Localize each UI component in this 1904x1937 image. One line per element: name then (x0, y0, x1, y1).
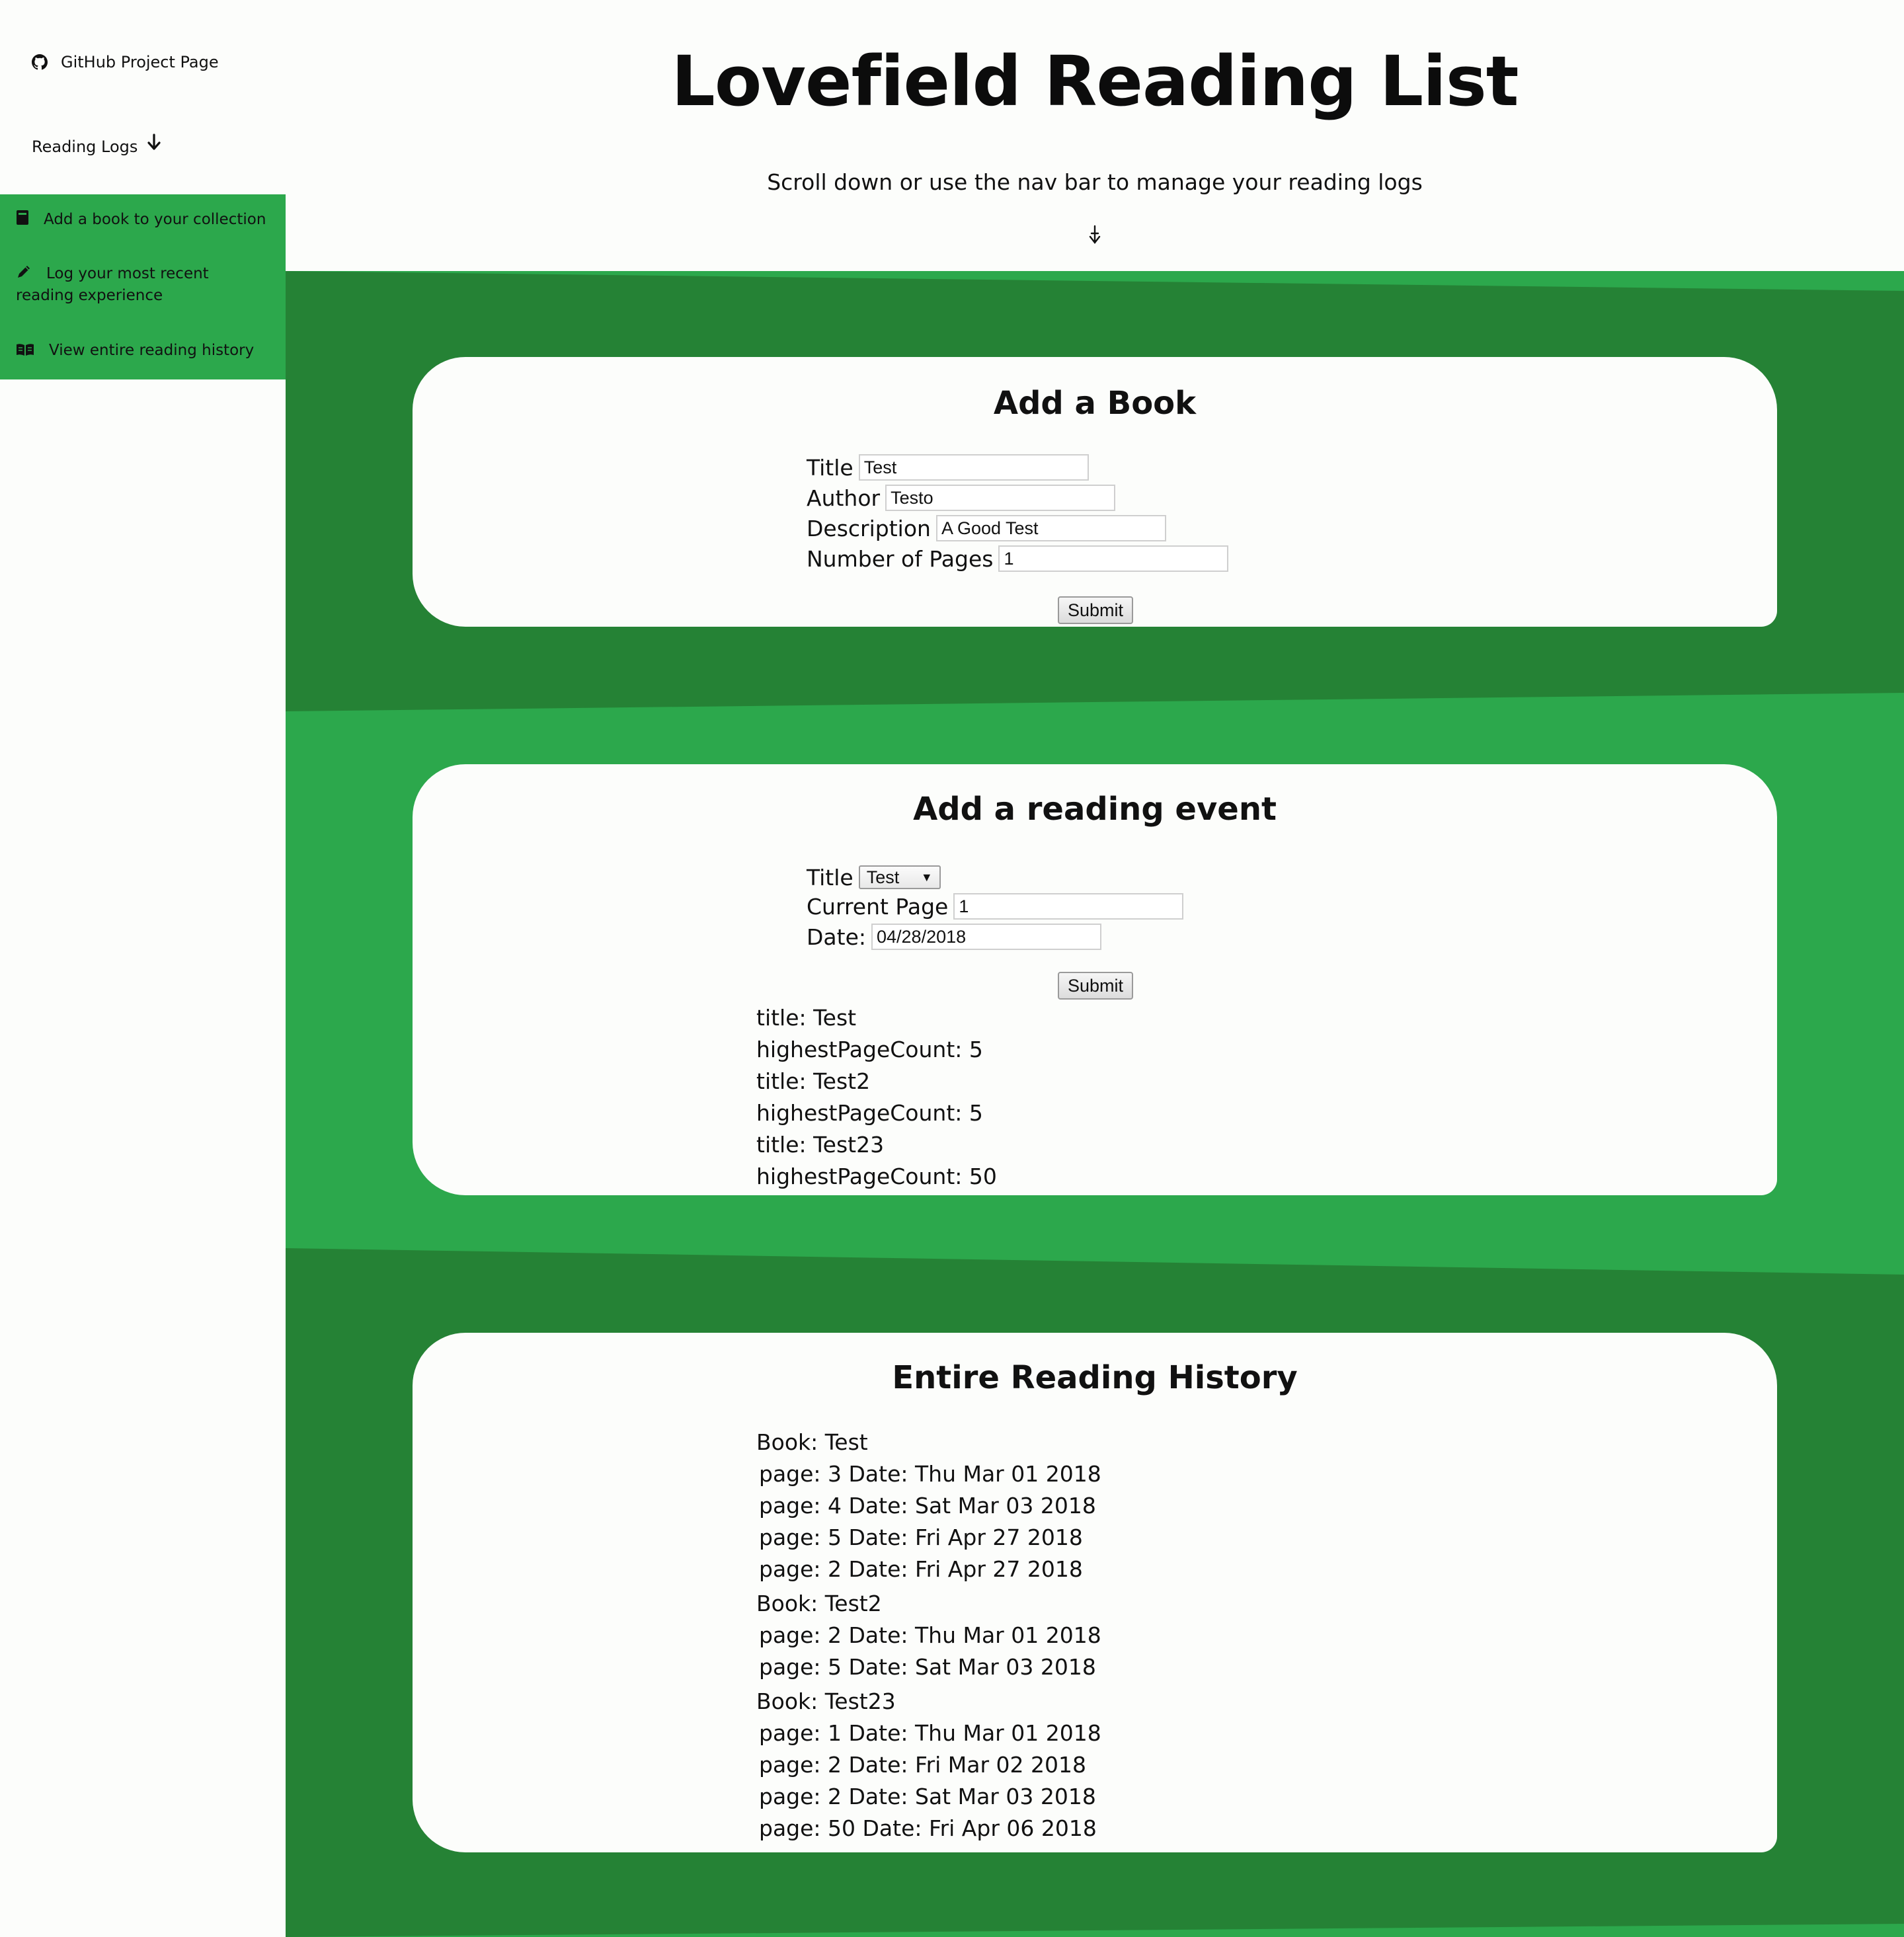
reading-history-heading: Entire Reading History (892, 1359, 1298, 1396)
arrow-down-icon (147, 134, 161, 150)
menu-item-view-history[interactable]: View entire reading history (16, 340, 267, 362)
date-row: Date: (807, 922, 1101, 952)
sidebar-nav: GitHub Project Page Reading Logs Add a b… (0, 0, 286, 1937)
summary-line: title: Test2 (756, 1068, 871, 1094)
book-title-input[interactable] (858, 454, 1089, 481)
title-label: Title (807, 454, 853, 481)
history-entry: page: 3 Date: Thu Mar 01 2018 (759, 1461, 1101, 1487)
summary-line: title: Test23 (756, 1132, 885, 1158)
history-entry: page: 2 Date: Sat Mar 03 2018 (759, 1784, 1096, 1809)
github-icon (32, 54, 48, 70)
history-entry: page: 5 Date: Sat Mar 03 2018 (759, 1654, 1096, 1680)
history-book-title: Book: Test (756, 1429, 868, 1455)
page-subtitle: Scroll down or use the nav bar to manage… (767, 169, 1423, 195)
event-title-label: Title (807, 864, 853, 890)
date-label: Date: (807, 924, 866, 950)
reading-logs-menu: Add a book to your collection Log your m… (0, 194, 286, 379)
github-project-link[interactable]: GitHub Project Page (32, 53, 219, 71)
history-entry: page: 2 Date: Thu Mar 01 2018 (759, 1622, 1101, 1648)
author-label: Author (807, 485, 881, 511)
description-row: Description (807, 513, 1166, 543)
history-book-title: Book: Test2 (756, 1591, 882, 1616)
pages-row: Number of Pages (807, 543, 1229, 574)
open-book-icon (17, 344, 34, 356)
date-input[interactable] (871, 924, 1101, 950)
history-entry: page: 50 Date: Fri Apr 06 2018 (759, 1815, 1097, 1841)
summary-line: highestPageCount: 5 (756, 1037, 983, 1062)
menu-item-add-book[interactable]: Add a book to your collection (16, 209, 267, 231)
pencil-icon (18, 266, 30, 278)
summary-line: highestPageCount: 50 (756, 1164, 997, 1189)
menu-item-label: View entire reading history (49, 342, 255, 359)
add-book-submit-button[interactable]: Submit (1058, 596, 1133, 624)
page-title: Lovefield Reading List (671, 41, 1519, 122)
reading-history-card: Entire Reading History Book: Test page: … (413, 1333, 1777, 1852)
menu-item-log-reading[interactable]: Log your most recent reading experience (16, 263, 267, 307)
book-icon (17, 210, 28, 225)
menu-item-label: Log your most recent reading experience (16, 265, 209, 304)
author-row: Author (807, 483, 1116, 513)
pages-input[interactable] (998, 545, 1229, 572)
description-input[interactable] (935, 515, 1166, 541)
reading-event-submit-button[interactable]: Submit (1058, 972, 1133, 1000)
history-book-title: Book: Test23 (756, 1688, 896, 1714)
dropdown-arrow-icon: ▼ (920, 870, 933, 884)
menu-item-label: Add a book to your collection (44, 211, 266, 228)
history-entry: page: 2 Date: Fri Mar 02 2018 (759, 1752, 1087, 1778)
history-entry: page: 1 Date: Thu Mar 01 2018 (759, 1720, 1101, 1746)
event-title-row: Title Test ▼ (807, 862, 941, 892)
current-page-input[interactable] (953, 893, 1184, 920)
title-row: Title (807, 452, 1089, 483)
history-entry: page: 5 Date: Fri Apr 27 2018 (759, 1524, 1083, 1550)
title-select[interactable]: Test ▼ (858, 865, 941, 889)
current-page-label: Current Page (807, 893, 949, 920)
history-entry: page: 2 Date: Fri Apr 27 2018 (759, 1556, 1083, 1582)
reading-event-card: Add a reading event Title Test ▼ Current… (413, 764, 1777, 1195)
title-select-value: Test (866, 867, 900, 887)
github-link-label: GitHub Project Page (61, 53, 219, 71)
history-entry: page: 4 Date: Sat Mar 03 2018 (759, 1493, 1096, 1519)
add-book-card: Add a Book Title Author Description Numb… (413, 357, 1777, 627)
add-book-heading: Add a Book (993, 385, 1197, 422)
pages-label: Number of Pages (807, 545, 994, 572)
author-input[interactable] (885, 485, 1116, 511)
description-label: Description (807, 515, 931, 541)
reading-logs-label: Reading Logs (32, 138, 138, 156)
scroll-down-arrow-icon (1089, 225, 1101, 244)
summary-line: title: Test (756, 1005, 857, 1031)
summary-line: highestPageCount: 5 (756, 1100, 983, 1126)
reading-event-heading: Add a reading event (913, 791, 1277, 828)
reading-logs-toggle[interactable]: Reading Logs (32, 134, 161, 156)
current-page-row: Current Page (807, 891, 1184, 922)
